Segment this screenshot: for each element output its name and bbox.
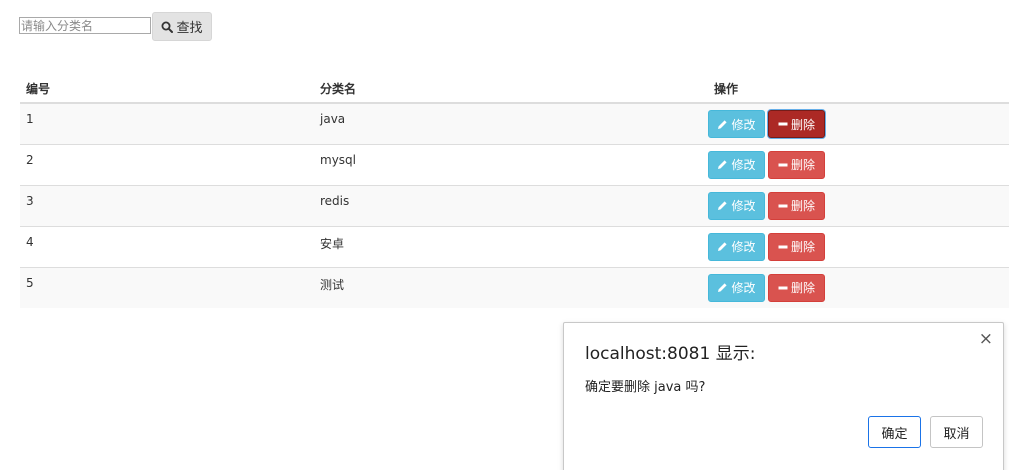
row-name: redis — [314, 184, 708, 226]
edit-button[interactable]: 修改 — [708, 232, 765, 261]
table-row: 4 安卓 修改 删除 — [20, 225, 1009, 267]
edit-button-label: 修改 — [731, 240, 756, 254]
column-header-name: 分类名 — [314, 74, 708, 104]
row-name: 测试 — [314, 266, 708, 308]
delete-button[interactable]: 删除 — [768, 273, 825, 302]
dialog-message: 确定要删除 java 吗? — [585, 380, 706, 395]
delete-button[interactable]: 删除 — [768, 150, 825, 179]
row-id: 4 — [20, 225, 314, 267]
minus-icon — [778, 163, 788, 166]
row-actions: 修改 删除 — [708, 102, 1009, 144]
edit-button[interactable]: 修改 — [708, 191, 765, 220]
row-id: 3 — [20, 184, 314, 226]
delete-button-label: 删除 — [790, 240, 815, 254]
table-header-row: 编号 分类名 操作 — [20, 74, 1009, 104]
edit-button-label: 修改 — [731, 158, 756, 172]
pencil-icon — [718, 283, 728, 292]
edit-button[interactable]: 修改 — [708, 150, 765, 179]
search-icon — [161, 21, 174, 33]
confirm-dialog: localhost:8081 显示: × 确定要删除 java 吗? 确定 取消 — [563, 322, 1004, 470]
minus-icon — [778, 245, 788, 248]
table-row: 1 java 修改 删除 — [20, 102, 1009, 144]
pencil-icon — [718, 242, 728, 251]
minus-icon — [778, 286, 788, 289]
delete-button-label: 删除 — [790, 281, 815, 295]
row-id: 1 — [20, 102, 314, 144]
edit-button-label: 修改 — [731, 117, 756, 132]
category-page: 查找 编号 分类名 操作 1 java 修改 删除 — [0, 0, 1009, 470]
delete-button-label: 删除 — [790, 199, 815, 213]
delete-button-label: 删除 — [790, 158, 815, 172]
row-id: 5 — [20, 266, 314, 308]
search-button[interactable]: 查找 — [152, 12, 212, 41]
category-table: 编号 分类名 操作 1 java 修改 删除 2 mysql 修改 删除 3 r… — [20, 74, 1009, 308]
pencil-icon — [718, 160, 728, 169]
row-actions: 修改 删除 — [708, 225, 1009, 267]
pencil-icon — [718, 201, 728, 210]
row-actions: 修改 删除 — [708, 143, 1009, 185]
delete-button[interactable]: 删除 — [768, 232, 825, 261]
edit-button[interactable]: 修改 — [708, 110, 765, 138]
edit-button[interactable]: 修改 — [708, 273, 765, 302]
search-input[interactable] — [19, 17, 151, 34]
dialog-title: localhost:8081 显示: — [585, 344, 756, 364]
row-name: mysql — [314, 143, 708, 185]
edit-button-label: 修改 — [731, 281, 756, 295]
minus-icon — [778, 204, 788, 207]
search-button-label: 查找 — [176, 21, 203, 36]
confirm-cancel-button[interactable]: 取消 — [930, 416, 983, 448]
pencil-icon — [718, 119, 728, 129]
table-row: 5 测试 修改 删除 — [20, 266, 1009, 308]
minus-icon — [778, 122, 788, 126]
row-actions: 修改 删除 — [708, 266, 1009, 308]
column-header-id: 编号 — [20, 74, 314, 104]
row-id: 2 — [20, 143, 314, 185]
close-icon[interactable]: × — [979, 329, 993, 349]
delete-button-label: 删除 — [790, 117, 815, 132]
delete-button[interactable]: 删除 — [768, 191, 825, 220]
column-header-actions: 操作 — [708, 74, 1009, 104]
row-name: 安卓 — [314, 225, 708, 267]
row-actions: 修改 删除 — [708, 184, 1009, 226]
confirm-ok-button[interactable]: 确定 — [868, 416, 921, 448]
row-name: java — [314, 102, 708, 144]
edit-button-label: 修改 — [731, 199, 756, 213]
delete-button[interactable]: 删除 — [768, 110, 825, 138]
table-row: 2 mysql 修改 删除 — [20, 143, 1009, 185]
table-row: 3 redis 修改 删除 — [20, 184, 1009, 226]
